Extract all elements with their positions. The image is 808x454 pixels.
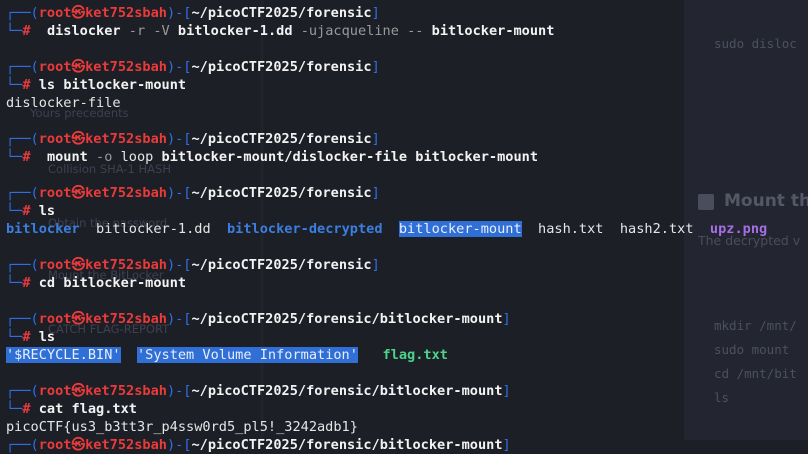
ls-entry: hash2.txt <box>619 221 694 237</box>
prompt-line: ┌──(root㉿ket752sbah)-[~/picoCTF2025/fore… <box>6 185 380 201</box>
output-line: '$RECYCLE.BIN' 'System Volume Informatio… <box>6 346 448 364</box>
command-line: └─# mount -o loop bitlocker-mount/disloc… <box>6 149 539 165</box>
command-line: └─# ls <box>6 329 56 345</box>
prompt-line: ┌──(root㉿ket752sbah)-[~/picoCTF2025/fore… <box>6 5 380 21</box>
flag-output: picoCTF{us3_b3tt3r_p4ssw0rd5_pl5!_3242ad… <box>6 419 358 435</box>
ls-entry: upz.png <box>709 221 768 237</box>
prompt-line: ┌──(root㉿ket752sbah)-[~/picoCTF2025/fore… <box>6 383 511 399</box>
prompt-line-partial: ┌──(root㉿ket752sbah)-[~/picoCTF2025/fore… <box>6 437 511 453</box>
prompt-line: ┌──(root㉿ket752sbah)-[~/picoCTF2025/fore… <box>6 311 511 327</box>
ls-entry-highlighted: 'System Volume Information' <box>136 347 358 363</box>
ls-entry-highlighted: bitlocker-mount <box>398 221 522 237</box>
prompt-line: ┌──(root㉿ket752sbah)-[~/picoCTF2025/fore… <box>6 131 380 147</box>
command-line: └─# ls bitlocker-mount <box>6 77 187 93</box>
command-line: └─# cat flag.txt <box>6 401 137 417</box>
output-line: dislocker-file <box>6 95 121 111</box>
prompt-line: ┌──(root㉿ket752sbah)-[~/picoCTF2025/fore… <box>6 257 380 273</box>
ls-entry: hash.txt <box>538 221 604 237</box>
ls-entry: bitlocker-1.dd <box>96 221 211 237</box>
terminal[interactable]: ┌──(root㉿ket752sbah)-[~/picoCTF2025/fore… <box>0 0 808 453</box>
command-line: └─# dislocker -r -V bitlocker-1.dd -ujac… <box>6 23 555 39</box>
prompt-line: ┌──(root㉿ket752sbah)-[~/picoCTF2025/fore… <box>6 59 380 75</box>
ls-entry: flag.txt <box>382 347 448 363</box>
ls-entry: bitlocker-decrypted <box>227 221 383 237</box>
command-line: └─# cd bitlocker-mount <box>6 275 187 291</box>
command-line: └─# ls <box>6 203 56 219</box>
output-line: bitlocker bitlocker-1.dd bitlocker-decry… <box>6 220 767 238</box>
ls-entry: bitlocker <box>6 221 80 237</box>
ls-entry-highlighted: '$RECYCLE.BIN' <box>6 347 121 363</box>
